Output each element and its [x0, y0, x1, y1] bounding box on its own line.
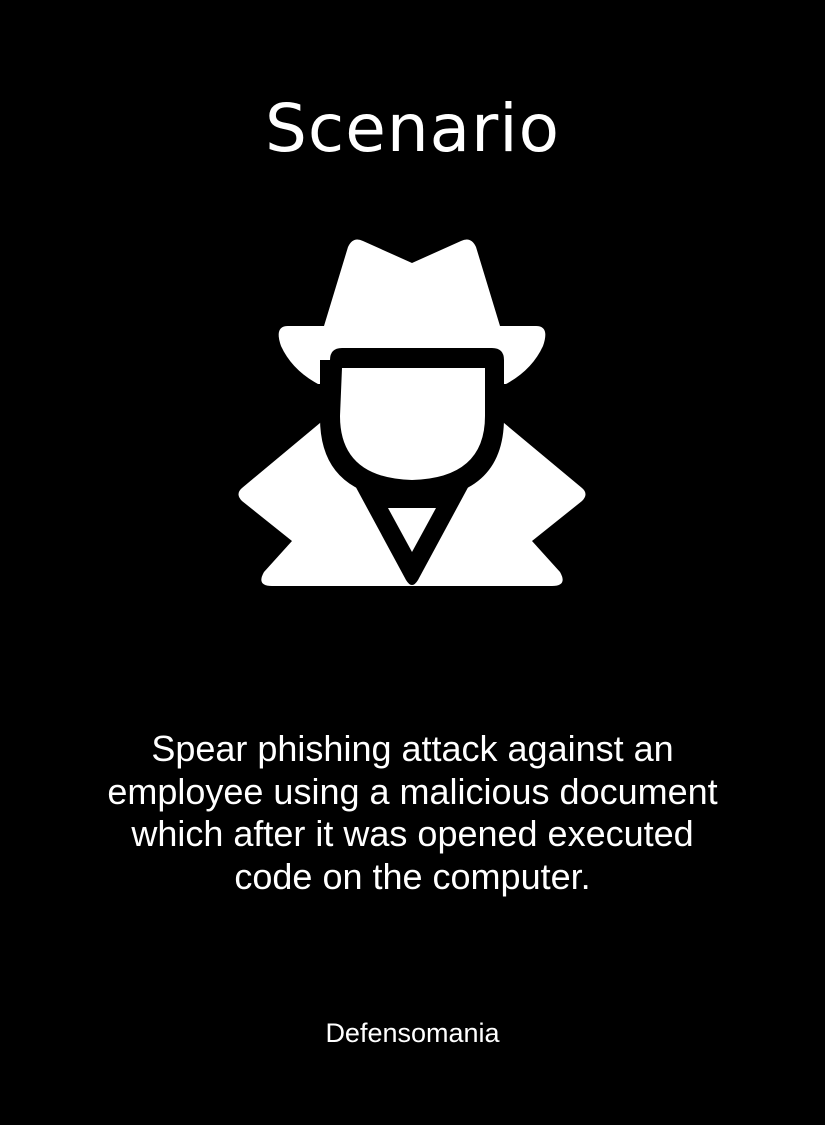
- spy-icon: [230, 230, 595, 595]
- scenario-card: Scenario Spear phishing attack against a…: [0, 0, 825, 1125]
- brand-footer: Defensomania: [325, 1018, 500, 1048]
- scenario-description: Spear phishing attack against an employe…: [107, 728, 718, 897]
- card-title: Scenario: [265, 90, 560, 167]
